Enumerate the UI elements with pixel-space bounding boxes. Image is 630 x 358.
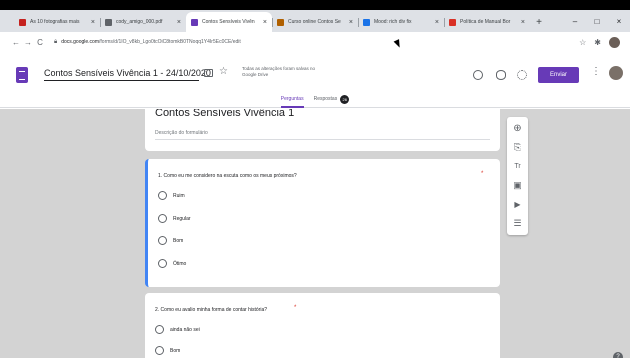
url-host: docs.google.com [61, 39, 100, 45]
required-asterisk: * [481, 171, 484, 177]
radio-icon[interactable] [158, 259, 167, 268]
toolbar-actions: ☆ ✱ [579, 36, 620, 48]
radio-icon[interactable] [158, 214, 167, 223]
radio-option[interactable]: Ótimo [158, 259, 186, 268]
tab-favicon-icon [449, 18, 456, 26]
url-path: /forms/d/1IO_v8kb_Lgo0tcOiC8tomkB0TNoqq1… [99, 39, 241, 45]
radio-icon[interactable] [155, 325, 164, 334]
radio-icon[interactable] [155, 346, 164, 355]
side-toolbar: ⊕ ⎘ Tr ▣ ▶ ☰ [507, 117, 528, 235]
minimize-button[interactable]: – [564, 10, 586, 32]
star-icon[interactable]: ☆ [219, 66, 228, 77]
form-description-field[interactable]: Descrição do formulário [155, 130, 208, 136]
radio-icon[interactable] [158, 236, 167, 245]
browser-tab[interactable]: cody_amigo_000.pdf × [100, 12, 186, 32]
address-bar[interactable]: 🔒︎ docs.google.com /forms/d/1IO_v8kb_Lgo… [54, 35, 571, 49]
browser-tab[interactable]: As 10 fotografias mais × [14, 12, 100, 32]
tab-title: As 10 fotografias mais [30, 19, 80, 25]
send-button[interactable]: Enviar [538, 67, 579, 83]
close-window-button[interactable]: × [608, 10, 630, 32]
tab-favicon-icon [19, 18, 26, 26]
new-tab-button[interactable]: + [530, 12, 548, 32]
maximize-button[interactable]: □ [586, 10, 608, 32]
title-underline [44, 80, 199, 81]
add-title-icon[interactable]: Tr [512, 161, 523, 172]
more-options-icon[interactable]: ⋮ [591, 66, 601, 77]
tab-title: cody_amigo_000.pdf [116, 19, 163, 25]
browser-window: As 10 fotografias mais × cody_amigo_000.… [0, 10, 630, 358]
document-title[interactable]: Contos Sensíveis Vivência 1 - 24/10/2020 [44, 68, 211, 78]
browser-tab[interactable]: Curso online Contos Se × [272, 12, 358, 32]
form-canvas: Contos Sensíveis Vivência 1 Descrição do… [0, 109, 630, 358]
browser-tab-active[interactable]: Contos Sensíveis Vivên × [186, 12, 272, 32]
form-tabs: Perguntas Respostas 26 [0, 92, 630, 108]
tab-favicon-icon [105, 18, 112, 26]
browser-tab[interactable]: Mood: rich div fix × [358, 12, 444, 32]
question-card-active[interactable]: 1. Como eu me considero na escuta como o… [145, 159, 500, 287]
profile-avatar[interactable] [609, 36, 620, 48]
window-controls: – □ × [564, 10, 630, 32]
forward-button[interactable]: → [22, 38, 34, 47]
close-icon[interactable]: × [521, 19, 525, 26]
tab-title: Curso online Contos Se [288, 19, 341, 25]
add-video-icon[interactable]: ▶ [512, 199, 523, 210]
browser-tab[interactable]: Política de Manual Bor × [444, 12, 530, 32]
tab-responses[interactable]: Respostas 26 [314, 92, 350, 106]
option-label: Bom [170, 347, 181, 354]
save-status: Todas as alterações foram salvas no Goog… [242, 66, 316, 77]
add-section-icon[interactable]: ☰ [512, 218, 523, 229]
description-underline [155, 139, 490, 140]
import-questions-icon[interactable]: ⎘ [512, 142, 523, 153]
question-text[interactable]: 2. Como eu avalio minha forma de contar … [155, 307, 267, 313]
add-question-icon[interactable]: ⊕ [512, 123, 523, 134]
tab-title: Contos Sensíveis Vivên [202, 19, 255, 25]
tab-title: Política de Manual Bor [460, 19, 511, 25]
radio-icon[interactable] [158, 191, 167, 200]
account-avatar[interactable] [609, 66, 623, 80]
tab-title: Mood: rich div fix [374, 19, 412, 25]
tab-favicon-icon [363, 18, 370, 26]
question-text[interactable]: 1. Como eu me considero na escuta como o… [158, 173, 297, 179]
question-card[interactable]: 2. Como eu avalio minha forma de contar … [145, 293, 500, 358]
tab-label: Perguntas [280, 96, 304, 102]
preview-eye-icon[interactable] [496, 70, 506, 80]
form-title-card[interactable]: Contos Sensíveis Vivência 1 Descrição do… [145, 109, 500, 151]
option-label: ainda não sei [170, 326, 200, 333]
browser-toolbar: ← → C 🔒︎ docs.google.com /forms/d/1IO_v8… [0, 32, 630, 52]
option-label: Ótimo [173, 260, 187, 267]
bookmark-star-icon[interactable]: ☆ [579, 38, 586, 47]
radio-option[interactable]: Ruim [158, 191, 185, 200]
radio-option[interactable]: ainda não sei [155, 325, 200, 334]
close-icon[interactable]: × [435, 19, 439, 26]
option-label: Bom [173, 237, 184, 244]
radio-option[interactable]: Bom [155, 346, 180, 355]
responses-count-badge: 26 [340, 94, 350, 104]
add-image-icon[interactable]: ▣ [512, 180, 523, 191]
close-icon[interactable]: × [263, 19, 267, 26]
close-icon[interactable]: × [177, 19, 181, 26]
palette-icon[interactable] [473, 70, 483, 80]
help-icon[interactable]: ? [613, 352, 623, 358]
forms-header: Contos Sensíveis Vivência 1 - 24/10/2020… [0, 52, 630, 108]
forms-favicon-icon [191, 18, 198, 26]
close-icon[interactable]: × [349, 19, 353, 26]
reload-button[interactable]: C [34, 38, 46, 47]
lock-icon: 🔒︎ [54, 38, 58, 45]
form-title[interactable]: Contos Sensíveis Vivência 1 [155, 109, 294, 119]
radio-option[interactable]: Bom [158, 236, 183, 245]
google-forms-logo-icon[interactable] [16, 67, 28, 83]
settings-gear-icon[interactable] [517, 70, 527, 80]
tab-questions[interactable]: Perguntas [280, 92, 304, 108]
radio-option[interactable]: Regular [158, 214, 191, 223]
tab-strip: As 10 fotografias mais × cody_amigo_000.… [0, 10, 630, 32]
tab-label: Respostas [313, 96, 338, 102]
required-asterisk: * [294, 305, 297, 311]
extensions-icon[interactable]: ✱ [594, 38, 601, 47]
option-label: Regular [173, 215, 191, 222]
option-label: Ruim [173, 192, 185, 199]
back-button[interactable]: ← [10, 38, 22, 47]
close-icon[interactable]: × [91, 19, 95, 26]
move-to-folder-icon[interactable] [204, 69, 213, 77]
tab-favicon-icon [277, 18, 284, 26]
